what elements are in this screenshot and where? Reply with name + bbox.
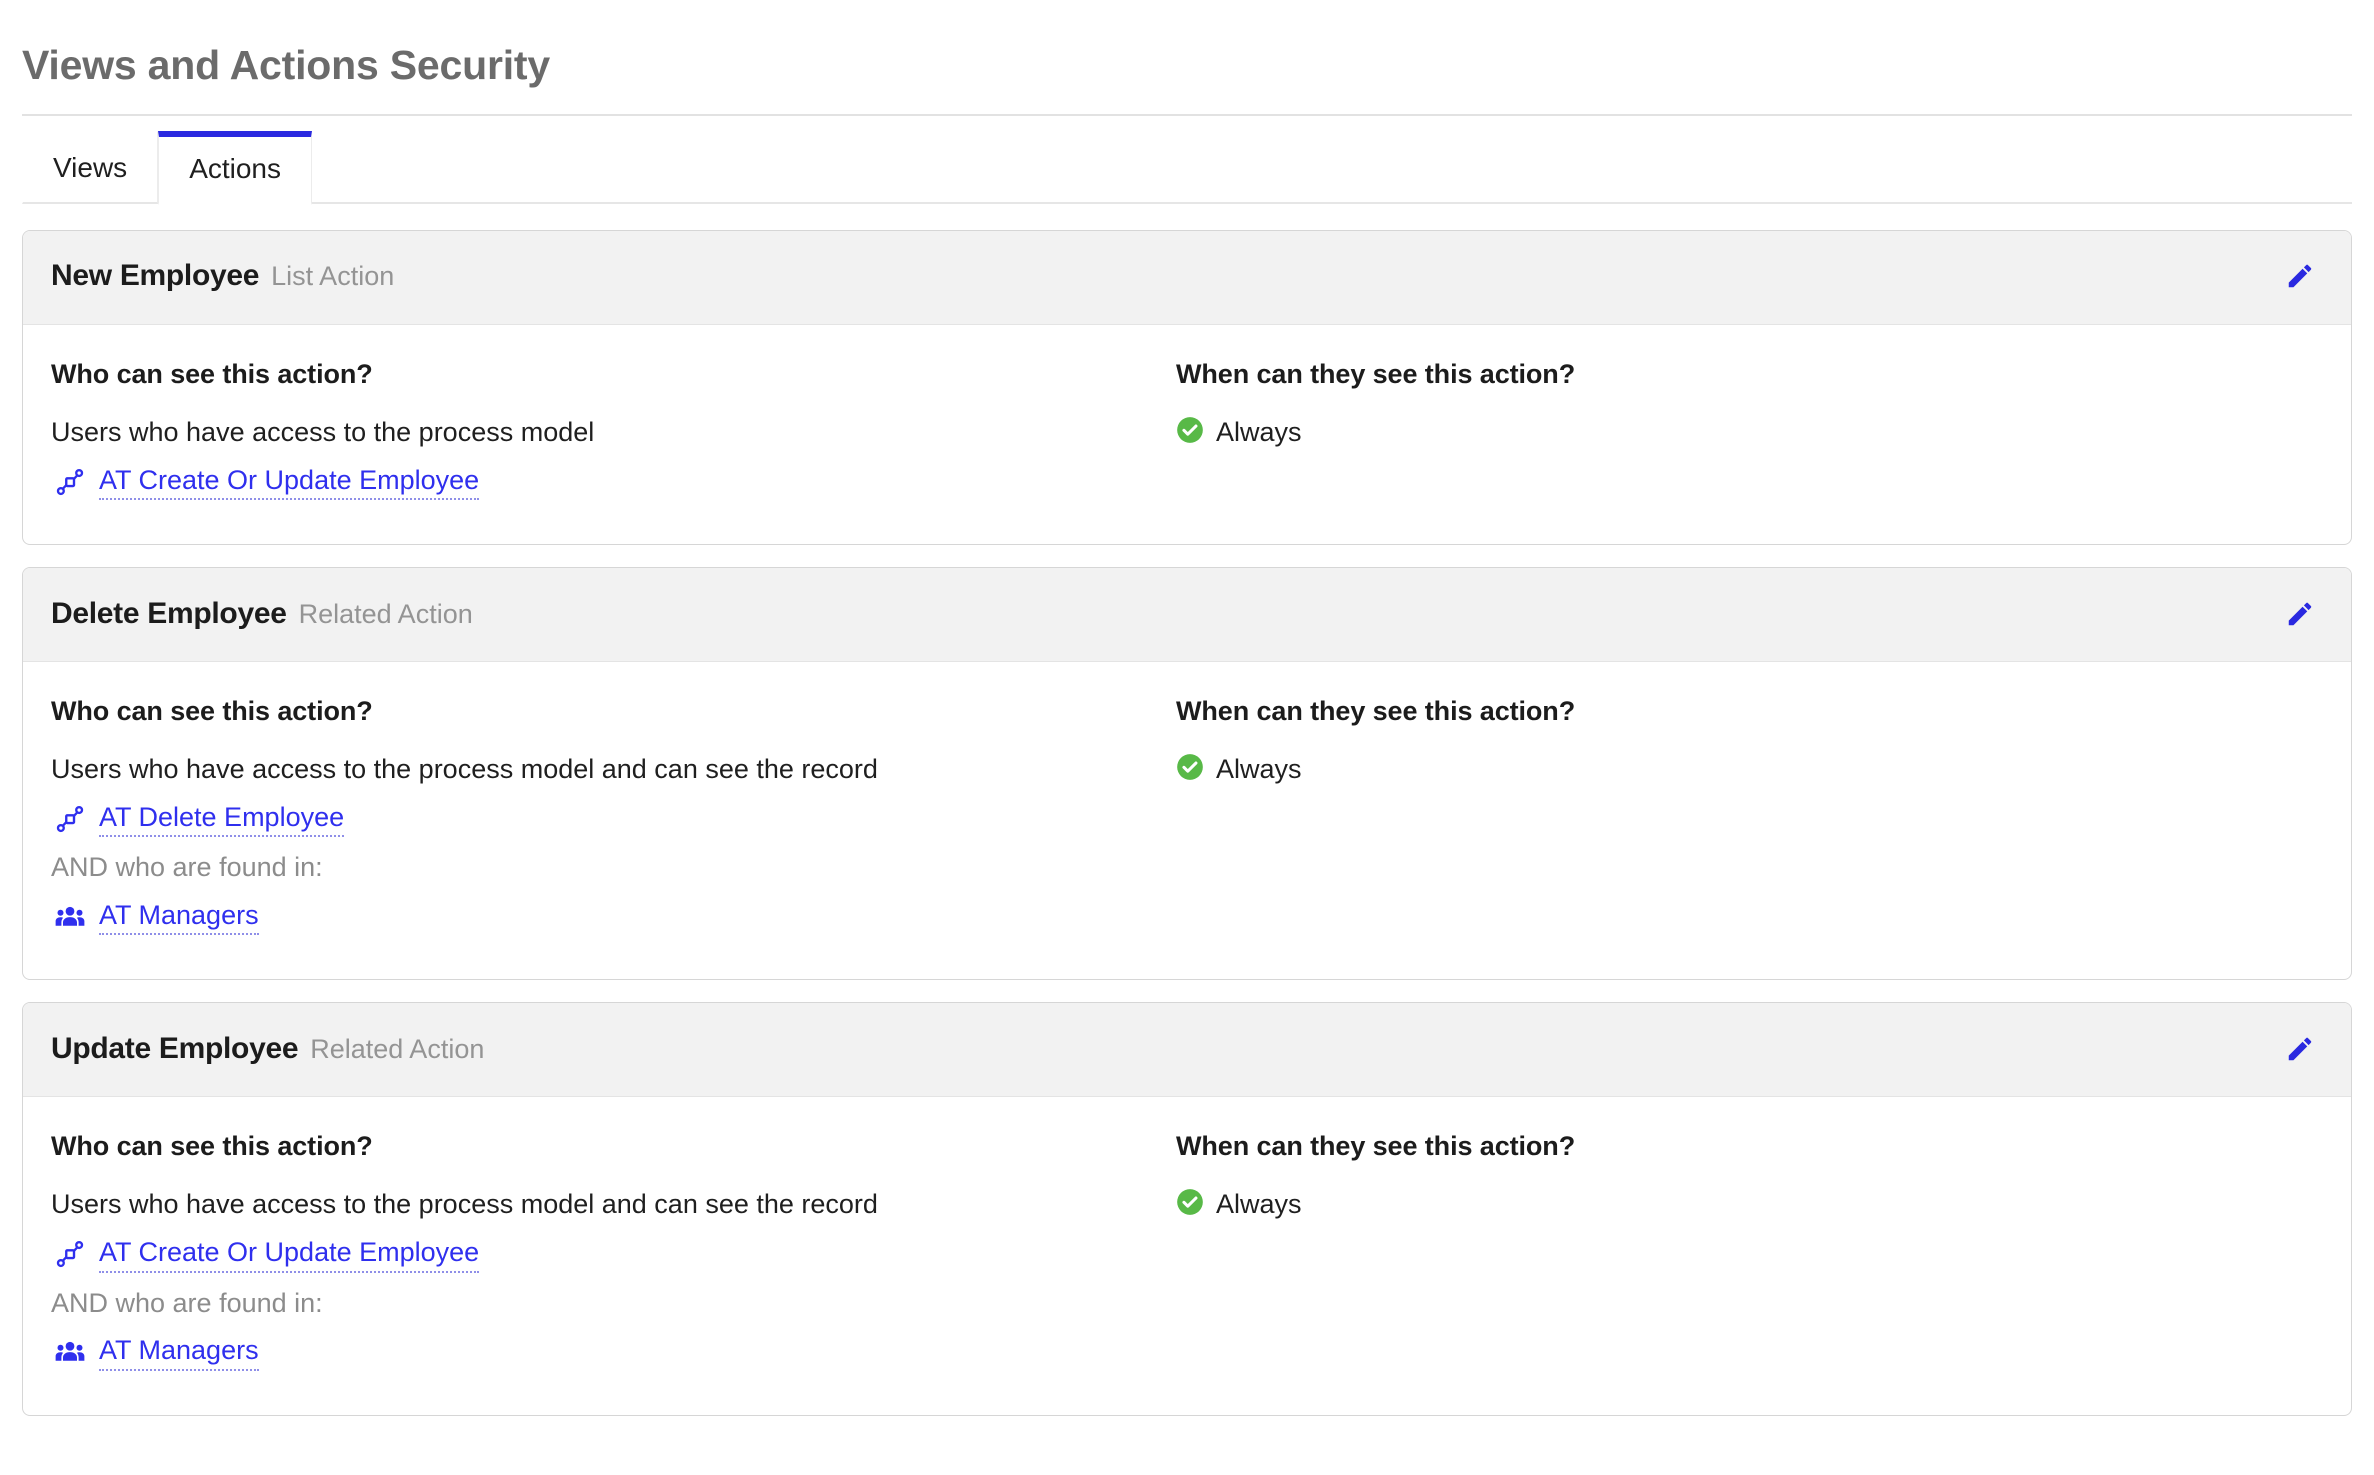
reference-row: AT Create Or Update Employee <box>51 1236 1176 1273</box>
when-value-row: Always <box>1176 416 2323 449</box>
who-column: Who can see this action? Users who have … <box>51 359 1176 502</box>
reference-link[interactable]: AT Create Or Update Employee <box>99 1236 480 1273</box>
who-column: Who can see this action? Users who have … <box>51 696 1176 937</box>
action-type-label: Related Action <box>298 598 473 629</box>
action-type-label: Related Action <box>310 1033 485 1064</box>
tab-views-label: Views <box>53 151 128 183</box>
who-heading: Who can see this action? <box>51 1131 373 1162</box>
reference-row: AT Delete Employee <box>51 801 1176 838</box>
edit-action-button[interactable] <box>2277 1030 2323 1068</box>
when-value-row: Always <box>1176 1188 2323 1221</box>
who-description: Users who have access to the process mod… <box>51 1189 878 1220</box>
tab-actions-label: Actions <box>189 152 282 184</box>
who-heading: Who can see this action? <box>51 358 373 389</box>
when-value: Always <box>1216 416 1302 447</box>
reference-link[interactable]: AT Managers <box>99 899 259 936</box>
when-heading: When can they see this action? <box>1176 696 1576 727</box>
views-actions-security-page: Views and Actions Security Views Actions… <box>0 27 2374 1475</box>
and-found-in-label: AND who are found in: <box>51 852 323 883</box>
and-found-in-label: AND who are found in: <box>51 1287 323 1318</box>
page-title: Views and Actions Security <box>22 42 550 89</box>
and-references: AT Managers <box>51 1334 1176 1371</box>
reference-link[interactable]: AT Managers <box>99 1334 259 1371</box>
and-references: AT Managers <box>51 899 1176 936</box>
action-card-header: Delete Employee Related Action <box>23 568 2351 663</box>
tab-actions[interactable]: Actions <box>158 130 313 205</box>
tab-views[interactable]: Views <box>22 130 159 204</box>
when-heading: When can they see this action? <box>1176 358 1576 389</box>
when-value: Always <box>1216 754 1302 785</box>
who-references: AT Delete Employee <box>51 801 1176 838</box>
process-model-icon <box>55 1239 85 1269</box>
who-description: Users who have access to the process mod… <box>51 416 595 447</box>
action-card-list: New Employee List Action Who can see thi… <box>0 204 2374 1416</box>
who-column: Who can see this action? Users who have … <box>51 1131 1176 1372</box>
edit-action-button[interactable] <box>2277 595 2323 633</box>
who-references: AT Create Or Update Employee <box>51 464 1176 501</box>
action-title: Update Employee <box>51 1031 299 1065</box>
reference-link[interactable]: AT Create Or Update Employee <box>99 464 480 501</box>
tab-bar-filler <box>312 201 2352 204</box>
when-heading: When can they see this action? <box>1176 1131 1576 1162</box>
reference-row: AT Create Or Update Employee <box>51 464 1176 501</box>
action-card-body: Who can see this action? Users who have … <box>23 1097 2351 1414</box>
tab-bar: Views Actions <box>22 116 2352 205</box>
edit-action-button[interactable] <box>2277 257 2323 295</box>
check-circle-icon <box>1176 1188 1204 1221</box>
reference-row: AT Managers <box>51 1334 1176 1371</box>
action-card-header: New Employee List Action <box>23 230 2351 325</box>
reference-link[interactable]: AT Delete Employee <box>99 801 345 838</box>
pencil-icon <box>2285 1034 2315 1064</box>
action-card-1: New Employee List Action Who can see thi… <box>22 229 2352 546</box>
check-circle-icon <box>1176 416 1204 449</box>
process-model-icon <box>55 467 85 497</box>
action-card-header: Update Employee Related Action <box>23 1003 2351 1098</box>
process-model-icon <box>55 804 85 834</box>
pencil-icon <box>2285 599 2315 629</box>
who-description: Users who have access to the process mod… <box>51 754 878 785</box>
when-column: When can they see this action? Always <box>1176 696 2323 937</box>
action-card-body: Who can see this action? Users who have … <box>23 325 2351 544</box>
who-heading: Who can see this action? <box>51 696 373 727</box>
action-card-header-titles: New Employee List Action <box>51 259 394 293</box>
when-value: Always <box>1216 1189 1302 1220</box>
who-references: AT Create Or Update Employee <box>51 1236 1176 1273</box>
action-card-body: Who can see this action? Users who have … <box>23 662 2351 979</box>
user-group-icon <box>55 1337 85 1367</box>
when-column: When can they see this action? Always <box>1176 359 2323 502</box>
action-title: New Employee <box>51 259 260 293</box>
reference-row: AT Managers <box>51 899 1176 936</box>
user-group-icon <box>55 902 85 932</box>
when-column: When can they see this action? Always <box>1176 1131 2323 1372</box>
when-value-row: Always <box>1176 753 2323 786</box>
action-card-header-titles: Update Employee Related Action <box>51 1032 484 1066</box>
action-card-3: Update Employee Related Action Who can s… <box>22 1002 2352 1416</box>
action-title: Delete Employee <box>51 596 287 630</box>
action-type-label: List Action <box>271 261 395 292</box>
pencil-icon <box>2285 261 2315 291</box>
action-card-header-titles: Delete Employee Related Action <box>51 597 473 631</box>
check-circle-icon <box>1176 753 1204 786</box>
action-card-2: Delete Employee Related Action Who can s… <box>22 567 2352 981</box>
